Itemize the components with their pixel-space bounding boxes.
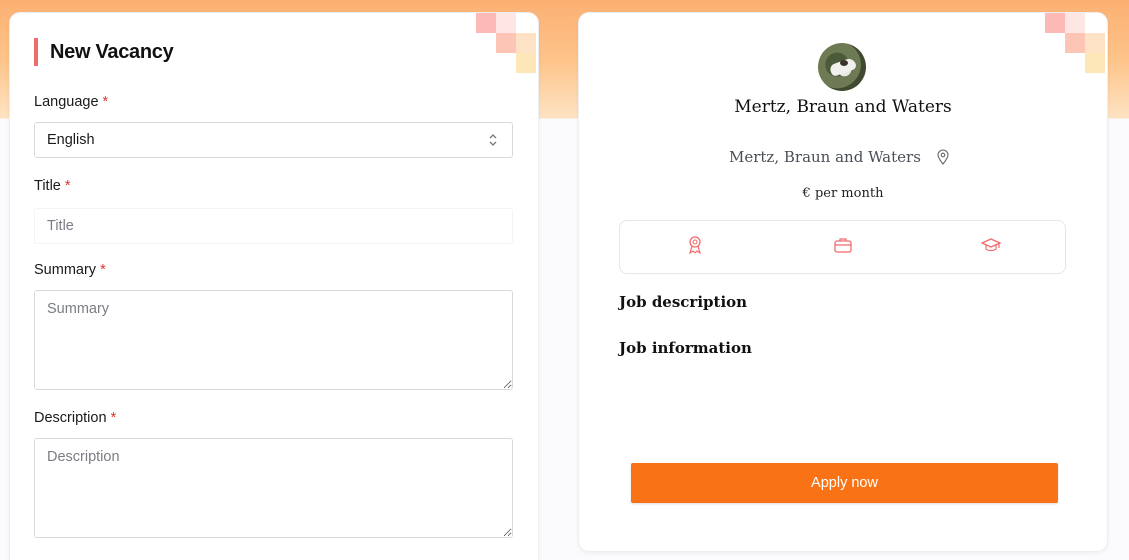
language-select[interactable]: English [34,122,513,158]
decorative-pixel-pattern [476,13,538,80]
award-icon [685,235,705,255]
title-input[interactable] [34,208,513,244]
title-label: Title * [34,178,71,194]
apply-now-button[interactable]: Apply now [631,463,1058,503]
required-marker: * [100,262,106,278]
briefcase-icon [833,235,853,255]
description-textarea[interactable] [34,438,513,538]
job-information-heading: Job information [619,339,752,357]
chevron-up-down-icon [488,123,498,171]
company-avatar [818,43,866,91]
vacancy-form-card: New Vacancy Language * English Title * S… [10,13,538,560]
job-description-heading: Job description [619,293,748,311]
graduation-cap-icon [980,235,1002,255]
language-label: Language * [34,94,109,110]
required-marker: * [110,410,117,426]
description-label: Description * [34,410,117,426]
decorative-pixel-pattern [1045,13,1107,80]
map-pin-icon [936,149,950,170]
vacancy-preview-card: Mertz, Braun and Waters Mertz, Braun and… [579,13,1107,551]
required-marker: * [64,178,71,194]
salary-text: € per month [802,186,884,201]
language-select-value: English [47,132,95,148]
job-highlights-bar [619,220,1066,274]
page-title: New Vacancy [34,38,174,66]
required-marker: * [102,94,109,110]
summary-textarea[interactable] [34,290,513,390]
company-subtitle: Mertz, Braun and Waters [729,148,921,166]
summary-label: Summary * [34,262,106,278]
company-name: Mertz, Braun and Waters [734,97,952,117]
